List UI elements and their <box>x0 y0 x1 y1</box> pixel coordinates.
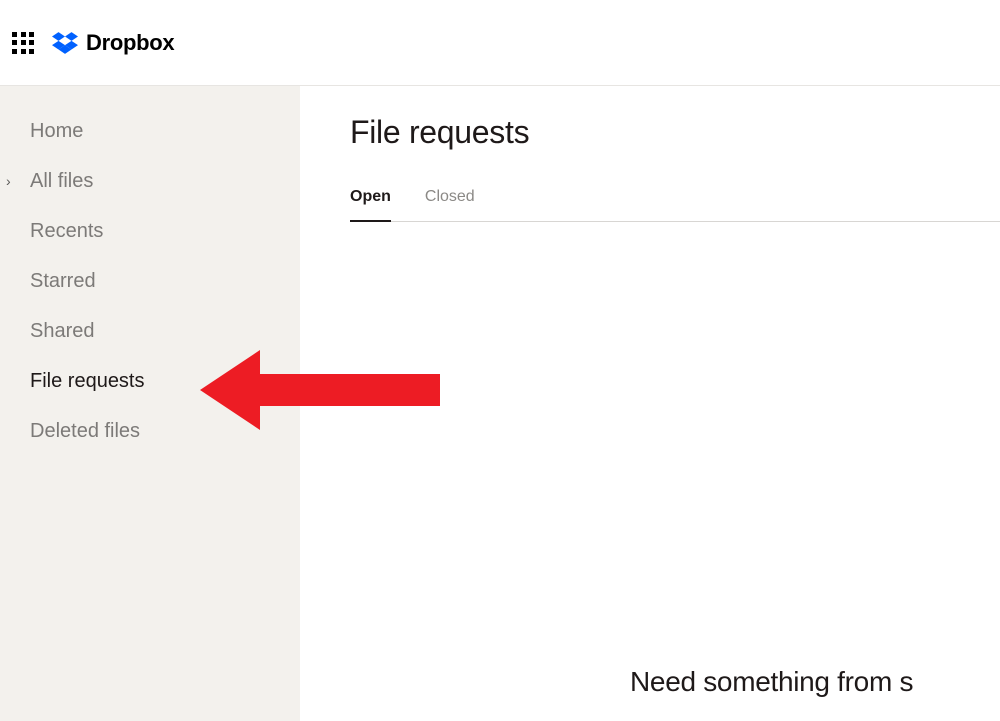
sidebar-item-shared[interactable]: Shared <box>0 306 300 356</box>
sidebar-item-starred[interactable]: Starred <box>0 256 300 306</box>
chevron-right-icon: › <box>6 173 11 189</box>
sidebar-item-recents[interactable]: Recents <box>0 206 300 256</box>
sidebar-item-label: File requests <box>30 370 145 393</box>
apps-grid-icon[interactable] <box>12 32 34 54</box>
sidebar-item-label: All files <box>30 170 93 193</box>
tab-closed[interactable]: Closed <box>425 188 475 222</box>
sidebar-item-home[interactable]: Home <box>0 106 300 156</box>
page-title: File requests <box>350 114 1000 151</box>
sidebar-item-all-files[interactable]: › All files <box>0 156 300 206</box>
sidebar-item-deleted-files[interactable]: Deleted files <box>0 406 300 456</box>
empty-state-illustration <box>670 286 1000 666</box>
sidebar-item-label: Shared <box>30 320 95 343</box>
main-content: File requests Open Closed <box>300 86 1000 721</box>
sidebar-item-label: Starred <box>30 270 96 293</box>
sidebar-item-label: Home <box>30 120 83 143</box>
tab-label: Open <box>350 188 391 205</box>
topbar: Dropbox <box>0 0 1000 86</box>
brand-name: Dropbox <box>86 30 174 56</box>
sidebar: Home › All files Recents Starred Shared … <box>0 86 300 721</box>
tab-open[interactable]: Open <box>350 188 391 222</box>
tab-label: Closed <box>425 188 475 205</box>
sidebar-item-label: Deleted files <box>30 420 140 443</box>
sidebar-item-label: Recents <box>30 220 103 243</box>
dropbox-icon <box>52 31 78 55</box>
tabs: Open Closed <box>350 187 1000 222</box>
brand-logo[interactable]: Dropbox <box>52 30 174 56</box>
empty-state-caption: Need something from s <box>630 666 913 698</box>
sidebar-item-file-requests[interactable]: File requests <box>0 356 300 406</box>
